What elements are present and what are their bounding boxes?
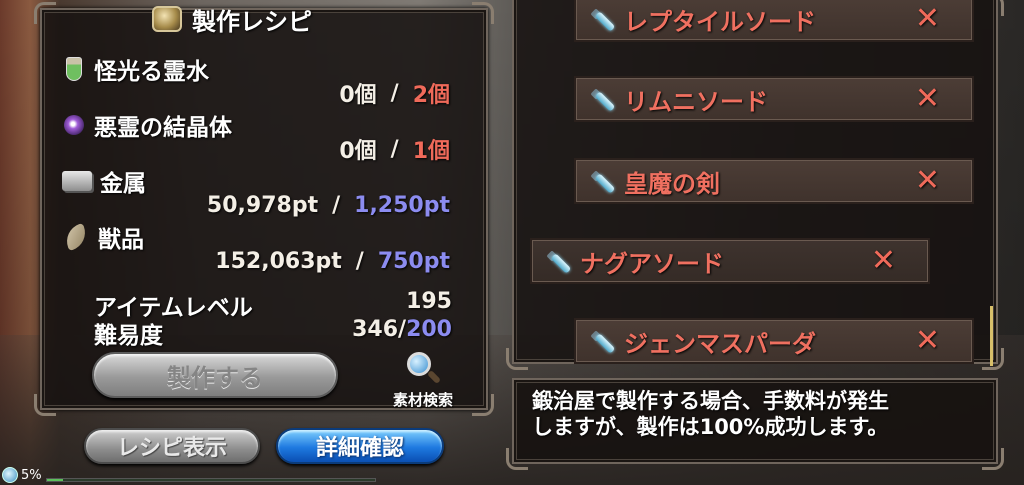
- quantity-separator: /: [332, 192, 341, 218]
- craft-button[interactable]: 製作する: [92, 352, 338, 398]
- difficulty-value: 346/200: [352, 317, 452, 342]
- weapon-name: リムニソード: [624, 87, 768, 116]
- sword-icon: [590, 170, 616, 196]
- close-icon[interactable]: ✕: [915, 84, 940, 114]
- metal-icon: [62, 171, 92, 191]
- material-name: 金属: [100, 171, 146, 197]
- material-quantity: 0個 / 1個: [339, 134, 450, 165]
- material-row: 怪光る霊水: [62, 54, 209, 85]
- frame-corner: [982, 448, 1004, 470]
- frame-corner: [472, 394, 494, 416]
- experience-bar-fill: [47, 479, 64, 481]
- message-line: 鍛治屋で製作する場合、手数料が発生: [532, 389, 889, 413]
- sword-icon: [590, 8, 616, 34]
- quantity-have: 50,978pt: [206, 192, 319, 218]
- sword-icon: [590, 88, 616, 114]
- weapon-list-item[interactable]: 皇魔の剣 ✕: [574, 158, 974, 204]
- close-icon[interactable]: ✕: [915, 166, 940, 196]
- experience-bar: [46, 478, 376, 482]
- quantity-separator: /: [390, 80, 399, 106]
- weapon-name: レプタイルソード: [624, 7, 816, 36]
- item-level-value: 195: [406, 289, 452, 314]
- weapon-list-item[interactable]: リムニソード ✕: [574, 76, 974, 122]
- frame-corner: [34, 394, 56, 416]
- close-icon[interactable]: ✕: [915, 4, 940, 34]
- detail-confirm-button[interactable]: 詳細確認: [276, 428, 444, 464]
- quantity-separator: /: [390, 136, 399, 162]
- message-box: 鍛治屋で製作する場合、手数料が発生 しますが、製作は100%成功します。: [506, 378, 1004, 470]
- difficulty-label: 難易度: [94, 323, 163, 349]
- quantity-have: 0個: [339, 83, 377, 108]
- quantity-separator: /: [355, 248, 364, 274]
- panel-header: 製作レシピ: [152, 0, 422, 38]
- recipe-display-button[interactable]: レシピ表示: [84, 428, 260, 464]
- frame-corner: [982, 348, 1004, 370]
- material-quantity: 0個 / 2個: [339, 78, 450, 109]
- status-indicator: 5%: [2, 465, 42, 485]
- weapon-list-item[interactable]: ジェンマスパーダ ✕: [574, 318, 974, 364]
- material-name: 悪霊の結晶体: [94, 115, 232, 141]
- message-line: しますが、製作は100%成功します。: [532, 415, 889, 439]
- frame-corner: [472, 2, 494, 24]
- material-quantity: 50,978pt / 1,250pt: [207, 190, 450, 220]
- close-icon[interactable]: ✕: [871, 246, 896, 276]
- material-row: 獣品: [61, 222, 144, 253]
- sword-icon: [546, 250, 572, 276]
- quantity-need: 1個: [412, 139, 450, 164]
- status-percent: 5%: [21, 467, 42, 483]
- frame-corner: [506, 348, 528, 370]
- material-search-label: 素材検索: [392, 391, 453, 409]
- material-quantity: 152,063pt / 750pt: [215, 246, 450, 276]
- frame-corner: [506, 448, 528, 470]
- weapon-name: 皇魔の剣: [624, 169, 720, 198]
- material-search-button[interactable]: 素材検索: [376, 350, 470, 410]
- bottle-icon: [66, 57, 82, 81]
- weapon-list-panel: レプタイルソード ✕ リムニソード ✕ 皇魔の剣 ✕ ナグアソード ✕ ジェンマ…: [506, 0, 1004, 370]
- quantity-need: 2個: [412, 83, 450, 108]
- material-row: 金属: [62, 166, 146, 197]
- weapon-list-item[interactable]: レプタイルソード ✕: [574, 0, 974, 42]
- quantity-need: 1,250pt: [354, 192, 450, 218]
- orb-icon: [2, 467, 18, 483]
- quantity-have: 0個: [339, 139, 377, 164]
- recipe-panel: 製作レシピ 怪光る霊水 0個 / 2個 悪霊の結晶体 0個 / 1個 金属 50…: [34, 2, 494, 416]
- quantity-need: 750pt: [377, 248, 450, 274]
- quantity-have: 152,063pt: [215, 248, 342, 274]
- sword-icon: [590, 330, 616, 356]
- difficulty-current: 346/: [352, 317, 407, 342]
- material-row: 悪霊の結晶体: [62, 110, 232, 141]
- material-name: 怪光る霊水: [94, 59, 209, 85]
- panel-title: 製作レシピ: [192, 7, 312, 36]
- forge-icon: [152, 6, 182, 32]
- magnifier-icon: [403, 350, 443, 387]
- fang-icon: [61, 222, 91, 252]
- crystal-icon: [64, 115, 84, 135]
- frame-corner: [34, 2, 56, 24]
- difficulty-max: 200: [406, 317, 452, 342]
- weapon-list-item-selected[interactable]: ナグアソード ✕: [530, 238, 930, 284]
- weapon-name: ジェンマスパーダ: [624, 329, 816, 358]
- list-scrollbar[interactable]: [990, 306, 993, 366]
- material-name: 獣品: [98, 227, 144, 253]
- weapon-name: ナグアソード: [580, 249, 724, 278]
- close-icon[interactable]: ✕: [915, 326, 940, 356]
- frame-corner: [982, 0, 1004, 16]
